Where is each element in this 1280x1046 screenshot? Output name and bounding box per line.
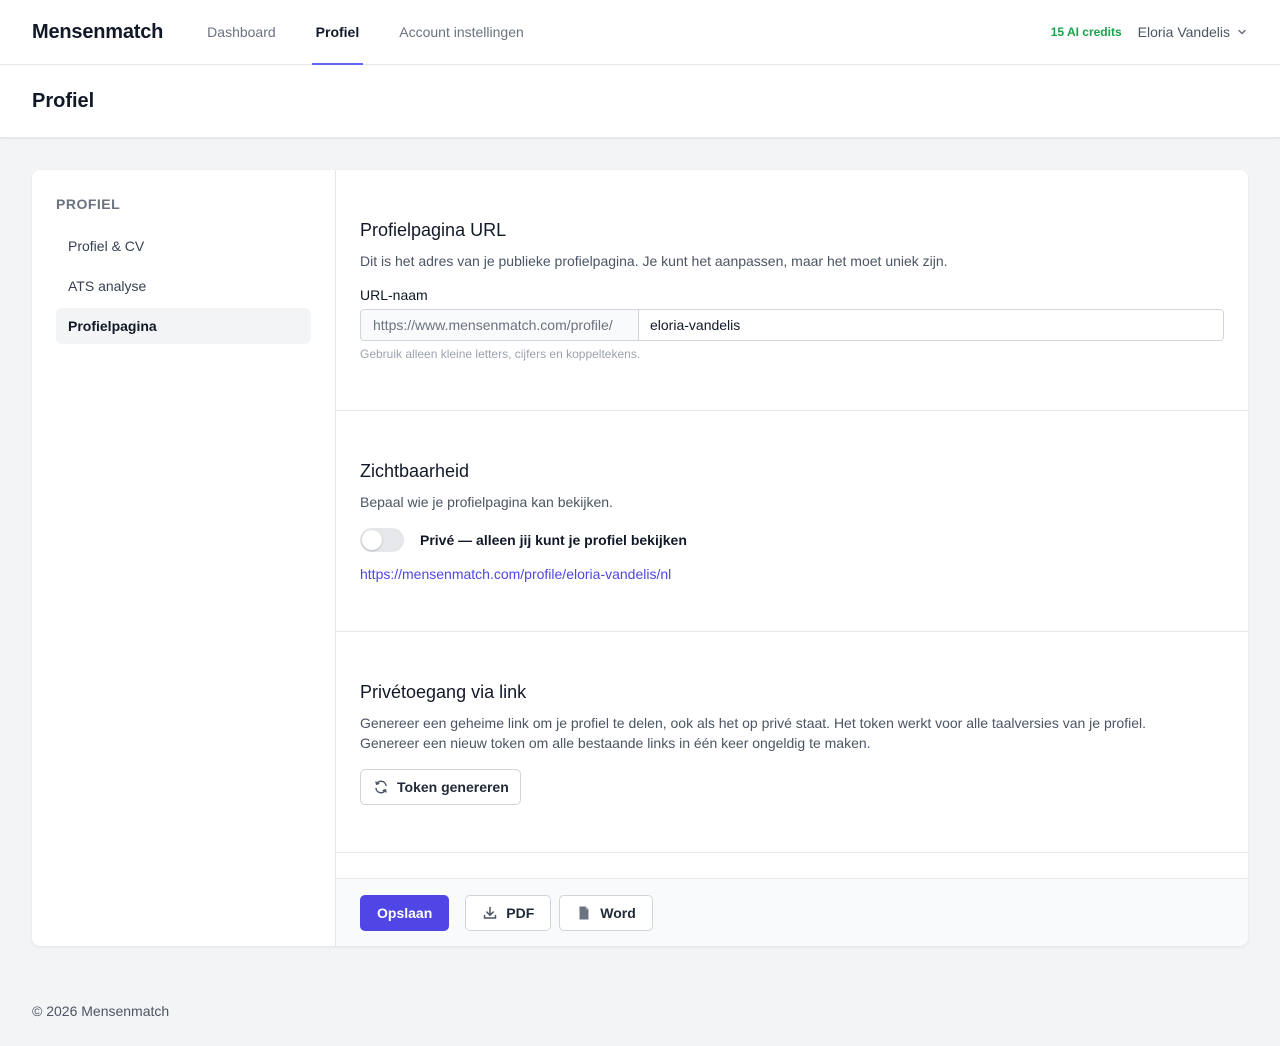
url-field-label: URL-naam [360, 287, 428, 303]
main-nav: Dashboard Profiel Account instellingen [207, 0, 564, 65]
privacy-toggle-row: Privé — alleen jij kunt je profiel bekij… [360, 528, 1224, 552]
url-input-group: https://www.mensenmatch.com/profile/ [360, 309, 1224, 341]
brand-logo[interactable]: Mensenmatch [32, 21, 163, 44]
sidebar-heading: PROFIEL [56, 196, 121, 212]
action-bar: Opslaan PDF Word [336, 878, 1248, 946]
generate-token-label: Token genereren [397, 779, 509, 795]
refresh-icon [375, 780, 387, 794]
sidebar-item-profielpagina[interactable]: Profielpagina [56, 308, 311, 344]
user-menu[interactable]: Eloria Vandelis [1138, 24, 1248, 40]
nav-link-account-settings[interactable]: Account instellingen [399, 0, 524, 64]
url-section: Profielpagina URL Dit is het adres van j… [336, 170, 1248, 411]
visibility-section-title: Zichtbaarheid [360, 461, 470, 481]
url-section-title: Profielpagina URL [360, 220, 507, 240]
copyright: © 2026 Mensenmatch [32, 1003, 170, 1019]
word-label: Word [600, 904, 636, 921]
main-content: Profielpagina URL Dit is het adres van j… [336, 170, 1248, 946]
nav-link-profiel[interactable]: Profiel [311, 0, 363, 65]
visibility-section: Zichtbaarheid Bepaal wie je profielpagin… [336, 411, 1248, 632]
download-icon [484, 906, 497, 919]
toggle-knob [362, 530, 382, 550]
page-header: Profiel [0, 65, 1280, 138]
pdf-label: PDF [506, 904, 535, 921]
chevron-down-icon [1238, 29, 1246, 35]
page-title: Profiel [32, 89, 95, 112]
download-pdf-button[interactable]: PDF [465, 894, 552, 931]
sidebar-item-ats-analyse[interactable]: ATS analyse [56, 268, 311, 304]
token-section-description-1: Genereer een geheime link om je profiel … [360, 715, 1146, 731]
profile-card: PROFIEL Profiel & CV ATS analyse Profiel… [32, 170, 1248, 946]
nav-link-dashboard[interactable]: Dashboard [207, 0, 276, 64]
token-section: Privétoegang via link Genereer een gehei… [336, 632, 1248, 853]
download-word-button[interactable]: Word [559, 894, 653, 931]
privacy-toggle[interactable] [360, 528, 404, 552]
user-name: Eloria Vandelis [1137, 24, 1230, 40]
privacy-toggle-label: Privé — alleen jij kunt je profiel bekij… [420, 532, 687, 548]
document-icon [579, 906, 589, 919]
visibility-section-description: Bepaal wie je profielpagina kan bekijken… [360, 494, 613, 510]
ai-credits-badge: 15 AI credits [1050, 25, 1122, 39]
url-name-input[interactable] [639, 310, 1223, 340]
generate-token-button[interactable]: Token genereren [360, 769, 521, 805]
save-button[interactable]: Opslaan [360, 894, 450, 931]
token-section-description-2: Genereer een nieuw token om alle bestaan… [360, 735, 871, 751]
sidebar-item-profiel-cv[interactable]: Profiel & CV [56, 228, 311, 264]
public-profile-link[interactable]: https://mensenmatch.com/profile/eloria-v… [360, 566, 671, 582]
sidebar: PROFIEL Profiel & CV ATS analyse Profiel… [32, 170, 336, 946]
token-section-title: Privétoegang via link [360, 682, 527, 702]
url-hint: Gebruik alleen kleine letters, cijfers e… [360, 347, 641, 361]
url-prefix: https://www.mensenmatch.com/profile/ [361, 310, 639, 340]
top-navigation: Mensenmatch Dashboard Profiel Account in… [0, 0, 1280, 65]
url-section-description: Dit is het adres van je publieke profiel… [360, 253, 948, 269]
nav-right: 15 AI credits Eloria Vandelis [1051, 24, 1248, 40]
